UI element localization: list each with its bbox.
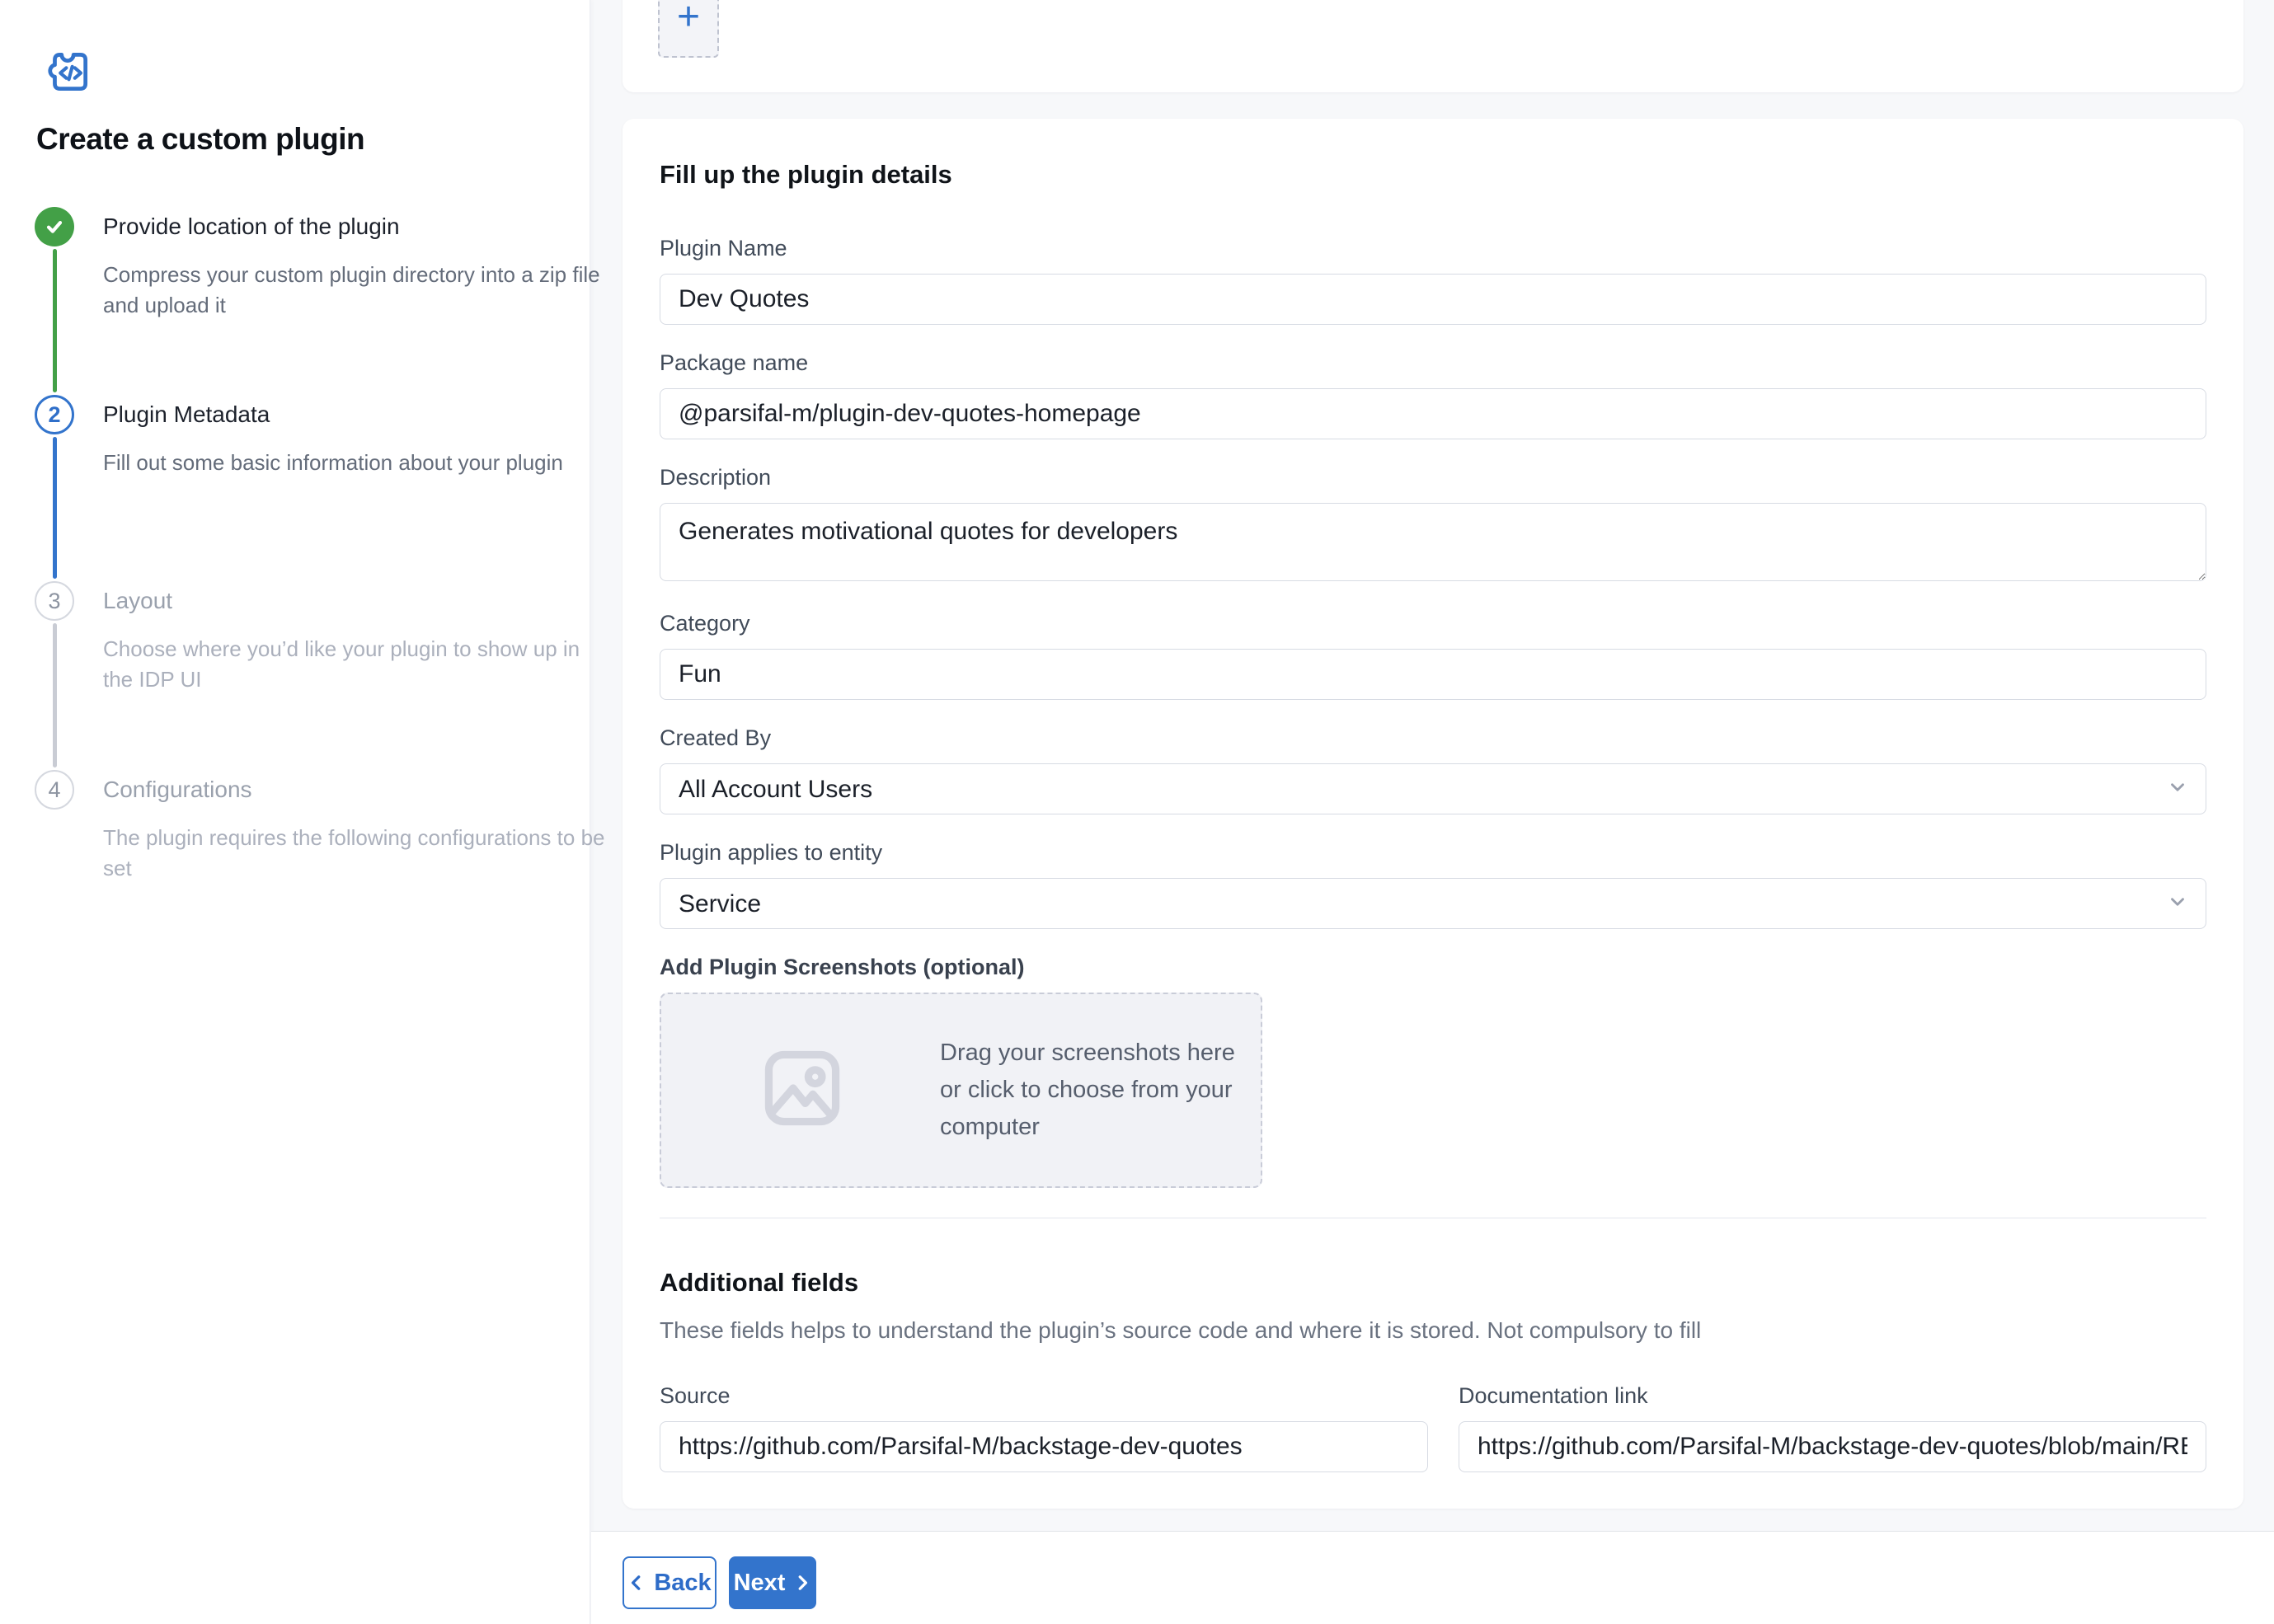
sidebar: Create a custom plugin Provide location … [0,0,590,1624]
dropzone-text: Drag your screenshots here or click to c… [940,1035,1261,1146]
step-number-badge: 2 [35,395,74,434]
description-textarea[interactable]: Generates motivational quotes for develo… [660,503,2206,581]
description-label: Description [660,465,2206,490]
step-connector-active [53,437,57,579]
additional-fields-subtext: These fields helps to understand the plu… [660,1317,2206,1344]
screenshots-label: Add Plugin Screenshots (optional) [660,955,2206,980]
step-title: Provide location of the plugin [103,207,548,240]
chevron-left-icon [627,1574,646,1592]
package-name-input[interactable] [660,388,2206,439]
back-button[interactable]: Back [623,1556,716,1609]
plugin-name-field: Plugin Name [660,236,2206,325]
step-connector-upcoming [53,623,57,767]
plugin-details-card: Fill up the plugin details Plugin Name P… [623,119,2243,1509]
image-icon [754,1040,851,1141]
documentation-link-input[interactable] [1459,1421,2206,1472]
category-input[interactable] [660,649,2206,700]
step-title: Layout [103,581,548,614]
package-name-label: Package name [660,350,2206,376]
main-content: + Fill up the plugin details Plugin Name… [591,0,2274,1624]
step-description: The plugin requires the following config… [103,823,614,884]
applies-to-label: Plugin applies to entity [660,840,2206,866]
description-field: Description Generates motivational quote… [660,465,2206,585]
applies-to-select[interactable]: Service [660,878,2206,929]
screenshots-field: Add Plugin Screenshots (optional) Drag y… [660,955,2206,1188]
upload-card: + [623,0,2243,92]
step-description: Fill out some basic information about yo… [103,448,614,478]
source-input[interactable] [660,1421,1428,1472]
plugin-name-label: Plugin Name [660,236,2206,261]
created-by-label: Created By [660,725,2206,751]
step-number-badge: 4 [35,770,74,810]
step-complete-check-icon [35,207,74,246]
applies-to-field: Plugin applies to entity Service [660,840,2206,929]
screenshot-dropzone[interactable]: Drag your screenshots here or click to c… [660,993,1262,1188]
plus-icon: + [677,0,700,42]
created-by-select[interactable]: All Account Users [660,763,2206,814]
step-connector-complete [53,249,57,392]
category-field: Category [660,611,2206,700]
create-plugin-wizard: Create a custom plugin Provide location … [0,0,2274,1624]
category-label: Category [660,611,2206,636]
package-name-field: Package name [660,350,2206,439]
wizard-stepper: Provide location of the plugin Compress … [0,0,590,1624]
source-field: Source [660,1383,1428,1472]
chevron-right-icon [793,1574,811,1592]
additional-fields-heading: Additional fields [660,1268,2206,1298]
form-heading: Fill up the plugin details [660,160,2206,190]
step-description: Compress your custom plugin directory in… [103,260,614,321]
created-by-field: Created By All Account Users [660,725,2206,814]
add-plugin-tile[interactable]: + [658,0,719,58]
next-button[interactable]: Next [729,1556,816,1609]
step-number-badge: 3 [35,581,74,621]
footer: Back Next [591,1532,2274,1624]
documentation-link-label: Documentation link [1459,1383,2206,1409]
source-label: Source [660,1383,1428,1409]
plugin-name-input[interactable] [660,274,2206,325]
step-description: Choose where you’d like your plugin to s… [103,634,614,695]
step-title: Configurations [103,770,548,803]
step-title: Plugin Metadata [103,395,548,428]
documentation-link-field: Documentation link [1459,1383,2206,1472]
